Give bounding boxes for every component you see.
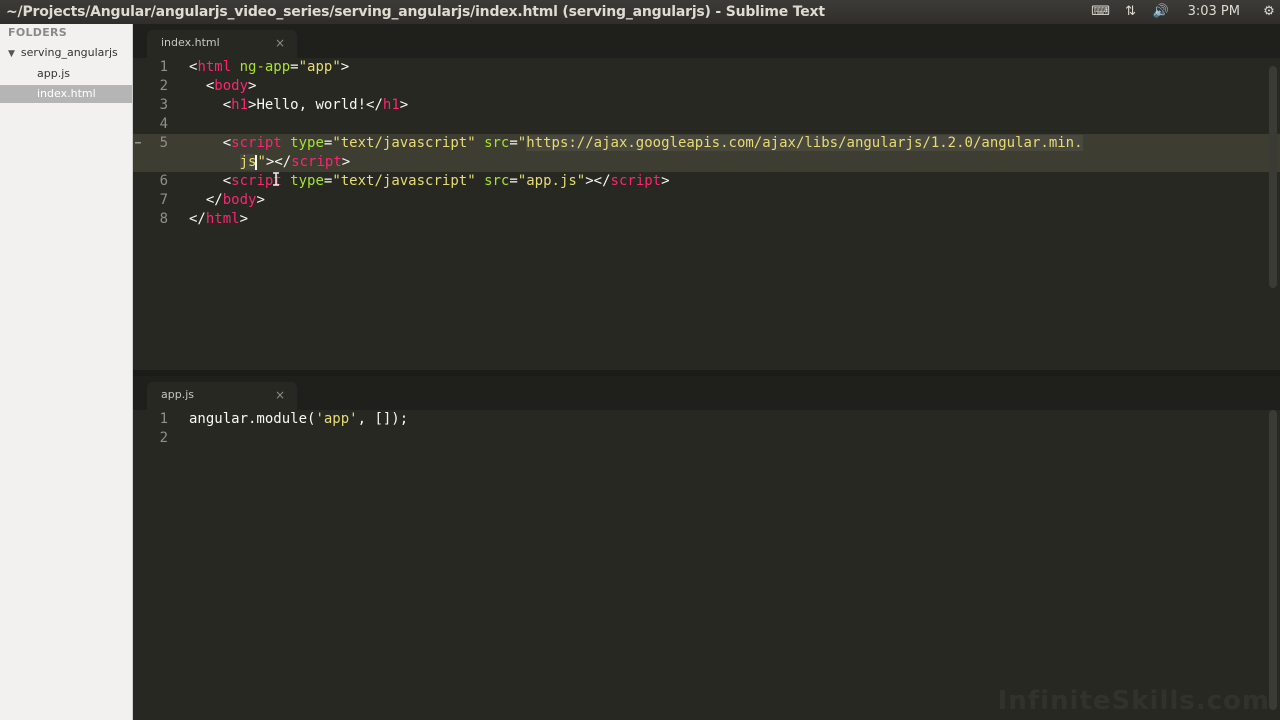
sidebar-folder[interactable]: ▼ serving_angularjs [8, 46, 118, 59]
line-number: 5 [159, 135, 168, 151]
network-icon[interactable]: ⇅ [1120, 0, 1142, 24]
tab-bar-top: index.html × [133, 24, 1280, 58]
line-number: 2 [159, 78, 168, 94]
code-line-5-wrap[interactable]: js"></script> [189, 153, 350, 172]
editor-pane-top: index.html × 1 <html ng-app="app"> 2 <bod… [133, 24, 1280, 370]
sidebar-folder-label: serving_angularjs [20, 46, 118, 59]
tab-app-js[interactable]: app.js × [147, 382, 297, 410]
code-line-1[interactable]: <html ng-app="app"> [189, 58, 349, 77]
code-line-7[interactable]: </body> [189, 191, 265, 210]
line-number: 3 [159, 97, 168, 113]
code-line-2[interactable]: <body> [189, 77, 257, 96]
sidebar-item-app-js[interactable]: app.js [0, 65, 132, 83]
tab-label: index.html [161, 36, 220, 49]
line-number: 6 [159, 173, 168, 189]
line-number: 8 [159, 211, 168, 227]
scrollbar-bottom[interactable] [1269, 410, 1277, 710]
sidebar: FOLDERS ▼ serving_angularjs app.js index.… [0, 24, 133, 720]
sidebar-heading: FOLDERS [8, 26, 68, 39]
close-icon[interactable]: × [275, 382, 285, 408]
line-number: 2 [159, 430, 168, 446]
close-icon[interactable]: × [275, 30, 285, 56]
code-area-top[interactable]: 1 <html ng-app="app"> 2 <body> 3 <h1>Hell… [133, 58, 1280, 229]
sidebar-item-index-html[interactable]: index.html [0, 85, 132, 103]
code-line-1[interactable]: angular.module('app', []); [189, 410, 408, 429]
line-number: 7 [159, 192, 168, 208]
window-titlebar: ~/Projects/Angular/angularjs_video_serie… [0, 0, 1280, 24]
code-line-3[interactable]: <h1>Hello, world!</h1> [189, 96, 408, 115]
mouse-pointer-icon [273, 172, 279, 186]
code-area-bottom[interactable]: 1 angular.module('app', []); 2 [133, 410, 1280, 448]
gear-icon[interactable]: ⚙ [1258, 0, 1280, 24]
scrollbar-top[interactable] [1269, 66, 1277, 288]
volume-icon[interactable]: 🔊 [1150, 0, 1172, 24]
code-line-8[interactable]: </html> [189, 210, 248, 229]
clock[interactable]: 3:03 PM [1188, 0, 1240, 24]
system-tray: ⌨ ⇅ 🔊 3:03 PM ⚙ [1082, 0, 1280, 24]
watermark: InfiniteSkills.com [997, 686, 1270, 716]
tab-bar-bottom: app.js × [133, 376, 1280, 410]
triangle-down-icon[interactable]: ▼ [8, 49, 15, 59]
line-number: 1 [159, 411, 168, 427]
window-title: ~/Projects/Angular/angularjs_video_serie… [6, 4, 825, 20]
line-number: 1 [159, 59, 168, 75]
line-number: 4 [159, 116, 168, 132]
keyboard-icon[interactable]: ⌨ [1090, 0, 1112, 24]
editor-pane-bottom: app.js × 1 angular.module('app', []); 2 [133, 376, 1280, 720]
tab-label: app.js [161, 388, 194, 401]
tab-index-html[interactable]: index.html × [147, 30, 297, 58]
code-line-5[interactable]: <script type="text/javascript" src="http… [189, 134, 1083, 153]
code-line-6[interactable]: <script type="text/javascript" src="app.… [189, 172, 670, 191]
